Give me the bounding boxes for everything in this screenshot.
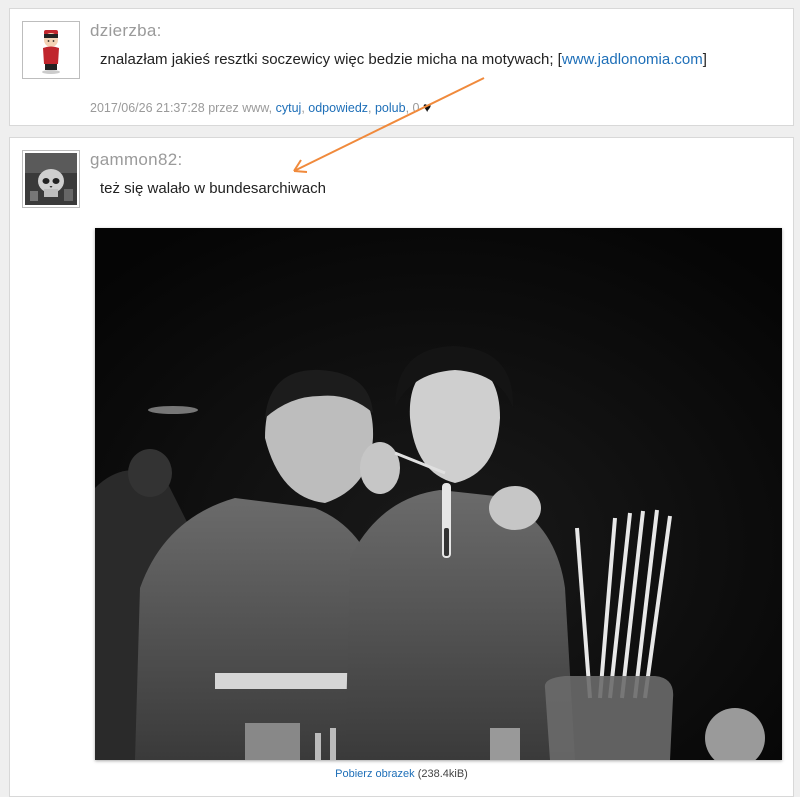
timestamp: 2017/06/26 21:37:28 xyxy=(90,101,205,115)
comment-text: znalazłam jakieś resztki soczewicy więc … xyxy=(100,51,707,68)
avatar[interactable] xyxy=(22,21,80,79)
download-image-link[interactable]: Pobierz obrazek xyxy=(335,768,415,780)
image-size: (238.4kiB) xyxy=(417,768,468,780)
avatar[interactable] xyxy=(22,150,80,208)
comment-dzierzba: dzierzba: znalazłam jakieś resztki socze… xyxy=(9,8,794,126)
doll-avatar-icon xyxy=(25,24,77,76)
lab-photo-image xyxy=(95,228,782,760)
comment-gammon82: gammon82: też się walało w bundesarchiwa… xyxy=(9,137,794,797)
attached-photo[interactable] xyxy=(95,228,782,760)
source-label: www xyxy=(242,101,269,115)
jadlonomia-link[interactable]: www.jadlonomia.com xyxy=(562,51,703,68)
heart-icon: ♥ xyxy=(422,99,432,115)
comment-text: też się walało w bundesarchiwach xyxy=(100,180,326,197)
comment-meta: 2017/06/26 21:37:28 przez www, cytuj, od… xyxy=(90,99,432,115)
cite-link[interactable]: cytuj xyxy=(276,101,302,115)
comment-text-after-link: ] xyxy=(702,51,707,68)
like-link[interactable]: polub xyxy=(375,101,406,115)
image-caption: Pobierz obrazek (238.4kiB) xyxy=(10,768,793,780)
skull-avatar-icon xyxy=(25,153,77,205)
comment-author: dzierzba: xyxy=(90,21,162,40)
reply-link[interactable]: odpowiedz xyxy=(308,101,368,115)
comment-text-before-link: znalazłam jakieś resztki soczewicy więc … xyxy=(100,51,562,68)
like-count: 0 xyxy=(412,101,420,115)
by-label: przez xyxy=(208,101,239,115)
comment-author: gammon82: xyxy=(90,150,183,169)
